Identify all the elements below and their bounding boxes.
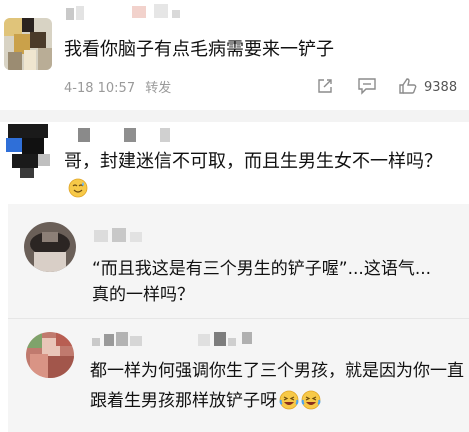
separator: [0, 110, 469, 122]
share-icon[interactable]: [316, 77, 334, 99]
comment-thread: 我看你脑子有点毛病需要来一铲子 4-18 10:57 转发 9388 哥，封建迷…: [0, 0, 469, 432]
commenter-2-avatar[interactable]: [0, 120, 56, 180]
share-button[interactable]: [316, 78, 334, 98]
reply-divider: [8, 318, 469, 319]
like-icon[interactable]: [398, 77, 418, 99]
like-count: 9388: [424, 80, 458, 95]
repost-link[interactable]: 转发: [145, 81, 171, 96]
replier-1-avatar[interactable]: [24, 222, 76, 272]
commenter-1-avatar[interactable]: [4, 18, 52, 70]
comment-2-text: 哥，封建迷信不可取，而且生男生女不一样吗？: [64, 151, 442, 172]
comment-1-meta: 4-18 10:57 转发: [64, 80, 171, 98]
comment-icon[interactable]: [357, 77, 377, 99]
comment-1-timestamp: 4-18 10:57: [64, 81, 136, 96]
comment-1-text: 我看你脑子有点毛病需要来一铲子: [64, 39, 334, 60]
laughing-tears-emoji: [279, 390, 299, 420]
sweat-smile-emoji: [68, 178, 88, 198]
replier-2-avatar[interactable]: [26, 332, 74, 378]
commenter-2-name-redacted[interactable]: [64, 124, 194, 144]
replier-1-name-redacted[interactable]: [92, 224, 212, 244]
reply-2-text: 都一样为何强调你生了三个男孩，就是因为你一直跟着生男孩那样放铲子呀: [90, 356, 465, 420]
comment-button[interactable]: [357, 78, 377, 98]
reply-2-text-content: 都一样为何强调你生了三个男孩，就是因为你一直跟着生男孩那样放铲子呀: [90, 361, 464, 411]
like-button[interactable]: 9388: [398, 78, 457, 98]
replier-2-name-redacted[interactable]: [90, 328, 280, 350]
laughing-tears-emoji: [301, 390, 321, 420]
reply-1-text: “而且我这是有三个男生的铲子喔”...这语气... 真的一样吗？: [92, 259, 432, 305]
commenter-1-name-redacted[interactable]: [64, 2, 194, 22]
